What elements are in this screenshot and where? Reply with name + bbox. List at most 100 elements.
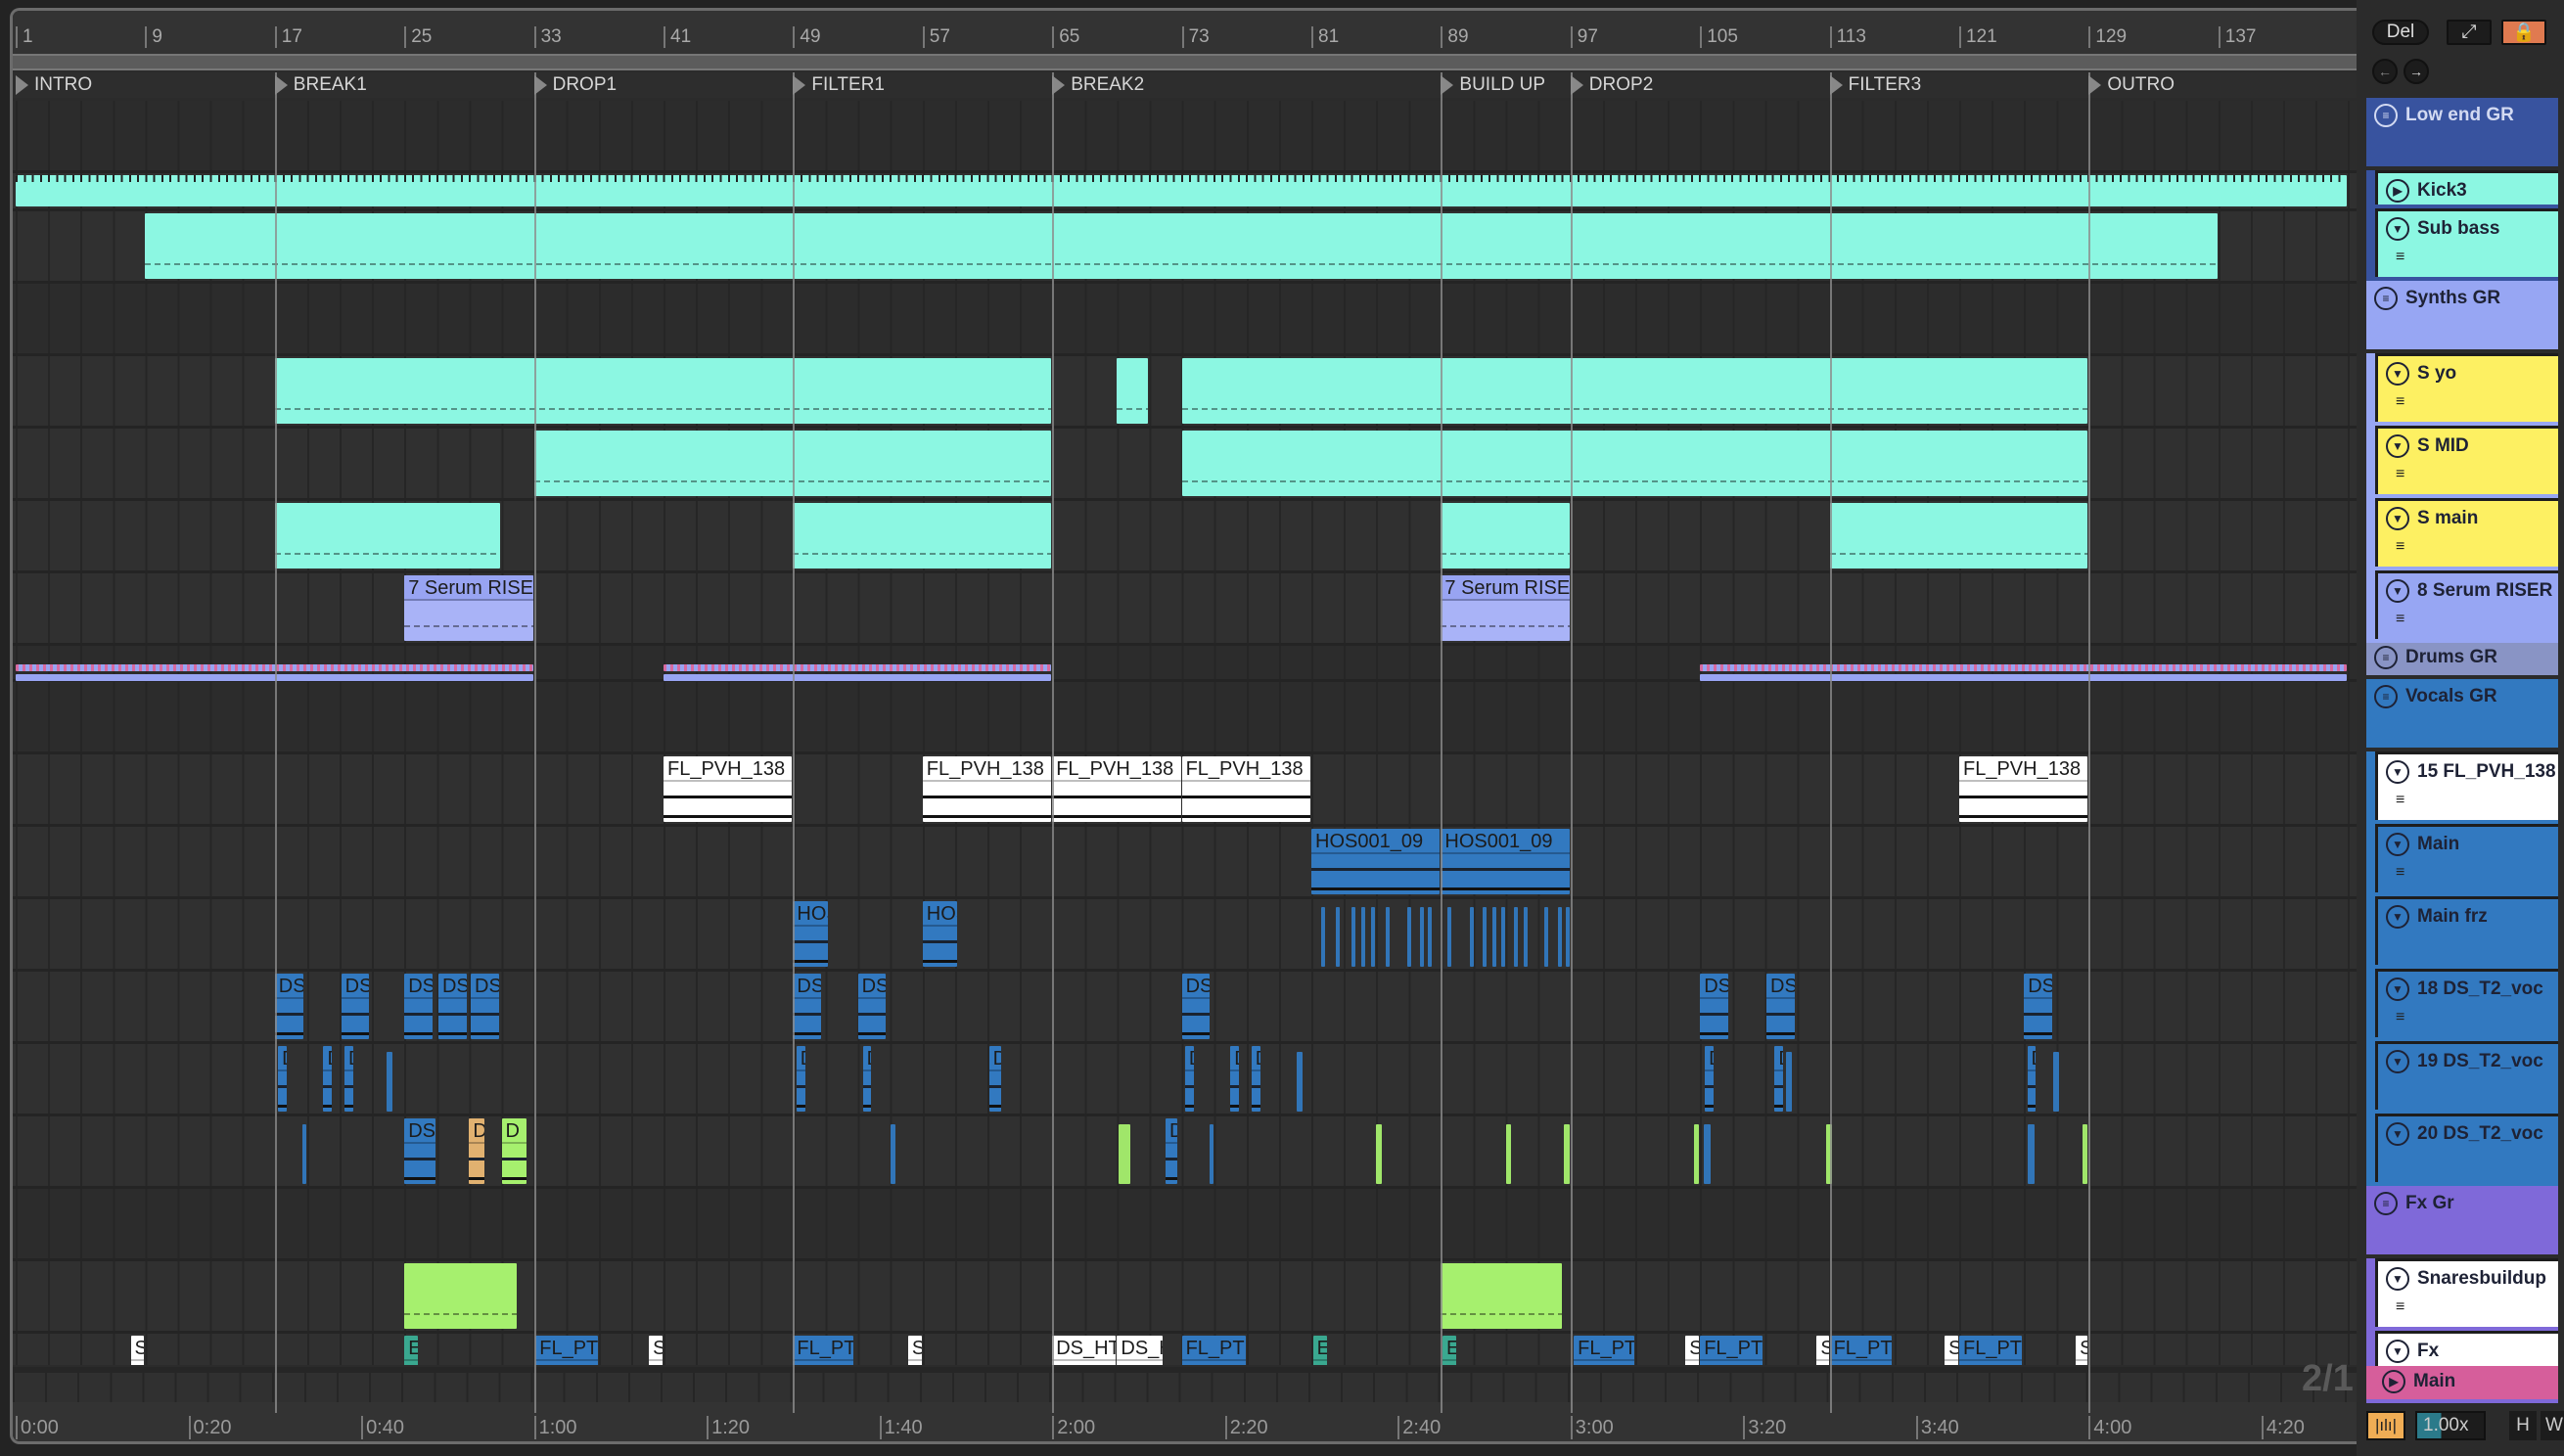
clip-region[interactable] xyxy=(1557,907,1562,967)
clip[interactable]: HOS001_09 xyxy=(922,901,958,967)
clip[interactable]: DS xyxy=(1251,1046,1260,1112)
clip-region[interactable] xyxy=(386,1052,392,1112)
clip-region[interactable] xyxy=(1297,1052,1303,1112)
clip[interactable]: FL_PT xyxy=(1181,1336,1246,1365)
bar-ruler[interactable]: 1 9 17 25 33 41 49 57 65 73 81 89 97 105 113 121 129 137 xyxy=(13,11,2357,54)
track-header-low-end-gr[interactable]: ≡ Low end GR xyxy=(2366,98,2558,170)
track-lanes[interactable]: 7 Serum RISER7 Serum RISERFL_PVH_138FL_P… xyxy=(13,101,2357,1365)
lanes-menu-icon[interactable]: ≡ xyxy=(2396,611,2558,628)
clip-region[interactable] xyxy=(1500,907,1505,967)
fold-arrow-icon[interactable]: ▼ xyxy=(2386,905,2409,929)
lanes-menu-icon[interactable]: ≡ xyxy=(2396,393,2558,411)
clip[interactable]: DS xyxy=(793,974,822,1039)
loop-brace[interactable] xyxy=(13,54,2357,70)
track-header-kick3[interactable]: ▶ Kick3 xyxy=(2366,170,2558,208)
clip-region[interactable] xyxy=(1470,907,1475,967)
fold-arrow-icon[interactable]: ▼ xyxy=(2386,833,2409,856)
clip[interactable]: DS_H xyxy=(1117,1336,1164,1365)
track-lane[interactable] xyxy=(13,356,2357,429)
clip[interactable]: DS xyxy=(988,1046,1001,1112)
track-lane[interactable]: HOS001_09 HOS001_09 xyxy=(13,899,2357,972)
clip-region[interactable] xyxy=(1693,1124,1700,1184)
track-lane[interactable] xyxy=(13,501,2357,573)
clip[interactable]: FL_PT xyxy=(535,1336,598,1365)
clip[interactable]: FL_PT xyxy=(1574,1336,1634,1365)
clip[interactable]: DS xyxy=(1766,974,1795,1039)
clip-region[interactable] xyxy=(1700,664,2348,671)
clip[interactable]: FL_PVH_138 xyxy=(1052,756,1181,822)
clip-region[interactable] xyxy=(2027,1124,2035,1184)
clip[interactable]: S xyxy=(649,1336,663,1365)
waveform-icon[interactable]: |ılı| xyxy=(2366,1411,2405,1440)
track-header-15-fl-pvh-138[interactable]: ▼ 15 FL_PVH_138 ≡ xyxy=(2366,751,2558,824)
track-lane[interactable] xyxy=(13,682,2357,754)
arrow-left-icon[interactable]: ← xyxy=(2372,59,2398,84)
clip-region[interactable] xyxy=(1320,907,1325,967)
clip[interactable]: DS xyxy=(437,974,467,1039)
expand-icon[interactable]: ⤢ xyxy=(2447,20,2492,45)
clip-region[interactable] xyxy=(1447,907,1451,967)
arrow-right-icon[interactable]: → xyxy=(2404,59,2429,84)
lanes-menu-icon[interactable]: ≡ xyxy=(2396,864,2558,882)
clip[interactable]: D xyxy=(1166,1118,1178,1184)
clip-region[interactable] xyxy=(1505,1124,1512,1184)
clip-region[interactable] xyxy=(1376,1124,1382,1184)
clip-region[interactable] xyxy=(1829,503,2088,569)
clip[interactable]: DS xyxy=(857,974,887,1039)
lanes-menu-icon[interactable]: ≡ xyxy=(2396,1009,2558,1026)
clip[interactable]: DS xyxy=(1774,1046,1784,1112)
group-fold-icon[interactable]: ≡ xyxy=(2374,104,2398,127)
track-lane[interactable] xyxy=(13,211,2357,284)
fold-arrow-icon[interactable]: ▼ xyxy=(2386,579,2409,603)
track-lane[interactable]: DS DS DS DS DS DS DS DS DS DS DS DS xyxy=(13,1044,2357,1116)
clip[interactable]: FL_PT xyxy=(1700,1336,1763,1365)
group-fold-icon[interactable]: ≡ xyxy=(2374,287,2398,310)
track-lane[interactable] xyxy=(13,646,2357,682)
fold-arrow-icon[interactable]: ▼ xyxy=(2386,760,2409,784)
locator-outro[interactable]: OUTRO xyxy=(2088,74,2175,96)
track-lane[interactable]: SEFL_PTSFL_PTSDS_HTDS_HFL_PTEEFL_PTSFL_P… xyxy=(13,1334,2357,1365)
track-lane[interactable] xyxy=(13,173,2357,211)
track-header-master[interactable]: ▶ Main xyxy=(2366,1366,2558,1401)
clip[interactable]: S xyxy=(1685,1336,1700,1365)
clip[interactable]: FL_PVH_138 xyxy=(1181,756,1310,822)
clip-region[interactable] xyxy=(1351,907,1356,967)
lanes-menu-icon[interactable]: ≡ xyxy=(2396,1298,2558,1316)
clip-region[interactable] xyxy=(301,1124,306,1184)
track-header-sub-bass[interactable]: ▼ Sub bass ≡ xyxy=(2366,208,2558,281)
clip[interactable]: FL_PVH_138 xyxy=(922,756,1052,822)
clip-region[interactable] xyxy=(2052,1052,2059,1112)
clip-region[interactable] xyxy=(1386,907,1391,967)
clip-region[interactable] xyxy=(1406,907,1411,967)
track-lane[interactable]: DSDDD xyxy=(13,1116,2357,1189)
clip-region[interactable] xyxy=(1119,1124,1131,1184)
track-header-synths-gr[interactable]: ≡ Synths GR xyxy=(2366,281,2558,353)
clip[interactable]: D xyxy=(469,1118,484,1184)
track-header-s-mid[interactable]: ▼ S MID ≡ xyxy=(2366,426,2558,498)
lanes-menu-icon[interactable]: ≡ xyxy=(2396,249,2558,266)
group-fold-icon[interactable]: ≡ xyxy=(2374,1192,2398,1215)
clip[interactable]: DS xyxy=(404,974,433,1039)
track-lane[interactable] xyxy=(13,284,2357,356)
locator-break1[interactable]: BREAK1 xyxy=(274,74,367,96)
locator-filter3[interactable]: FILTER3 xyxy=(1829,74,1921,96)
clip[interactable]: FL_PT xyxy=(1959,1336,2022,1365)
play-icon[interactable]: ▶ xyxy=(2386,179,2409,203)
clip[interactable]: HOS001_09 xyxy=(793,901,828,967)
clip[interactable]: S xyxy=(130,1336,145,1365)
clip-region[interactable] xyxy=(1565,907,1570,967)
group-fold-icon[interactable]: ≡ xyxy=(2374,685,2398,708)
fold-arrow-icon[interactable]: ▼ xyxy=(2386,1267,2409,1291)
clip[interactable]: S xyxy=(2076,1336,2088,1365)
clip[interactable]: DS xyxy=(1700,974,1728,1039)
fold-arrow-icon[interactable]: ▼ xyxy=(2386,507,2409,530)
time-ruler[interactable]: 0:00 0:20 0:40 1:00 1:20 1:40 2:00 2:20 2:40 3:00… xyxy=(13,1402,2357,1441)
clip-region[interactable] xyxy=(1181,431,2088,496)
track-lane[interactable]: DSDSDSDSDSDSDSDSDSDSDS xyxy=(13,972,2357,1044)
clip[interactable]: HOS001_09 xyxy=(1311,829,1441,894)
track-header-18-ds-t2-voc[interactable]: ▼ 18 DS_T2_voc ≡ xyxy=(2366,969,2558,1041)
track-lane[interactable] xyxy=(13,1261,2357,1334)
clip[interactable]: FL_PT xyxy=(1829,1336,1893,1365)
clip[interactable]: FL_PT xyxy=(793,1336,854,1365)
lanes-menu-icon[interactable]: ≡ xyxy=(2396,792,2558,809)
